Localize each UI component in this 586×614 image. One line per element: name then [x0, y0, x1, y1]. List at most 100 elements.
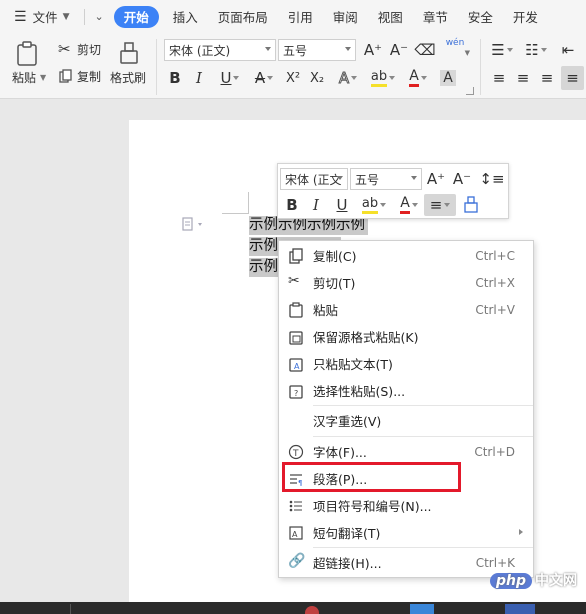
chevron-down-icon: ▼ — [40, 73, 47, 82]
mini-align-button[interactable]: ≡ — [424, 194, 456, 216]
svg-text:T: T — [292, 449, 299, 459]
menu-item-reconvert[interactable]: 汉字重选(V) — [279, 407, 533, 434]
align-right-button[interactable]: ≡ — [536, 67, 558, 89]
font-size-combo[interactable]: 五号 — [278, 39, 356, 61]
font-color-button[interactable]: A — [404, 67, 432, 89]
bold-button[interactable]: B — [166, 67, 184, 89]
underline-button[interactable]: U — [216, 67, 244, 89]
mini-font-color-button[interactable]: A — [394, 194, 424, 216]
justify-button[interactable]: ≡ — [561, 66, 584, 90]
tab-view[interactable]: 视图 — [368, 6, 413, 28]
menu-item-shortcut: Ctrl+V — [475, 302, 515, 317]
align-center-button[interactable]: ≡ — [512, 67, 534, 89]
tab-page-layout[interactable]: 页面布局 — [208, 6, 278, 28]
shrink-font-button[interactable]: A⁻ — [388, 39, 410, 61]
menu-item-font[interactable]: T 字体(F)... Ctrl+D — [279, 438, 533, 465]
align-justify-icon: ≡ — [429, 195, 443, 214]
italic-icon: I — [313, 196, 319, 214]
bold-icon: B — [286, 196, 298, 214]
watermark: php 中文网 — [490, 570, 577, 590]
font-name-combo[interactable]: 宋体 (正文) — [164, 39, 276, 61]
paintbrush-icon — [464, 196, 478, 213]
phonetic-guide-button[interactable]: wén ▼ — [440, 37, 470, 63]
hamburger-icon: ☰ — [14, 8, 27, 25]
taskbar-icon[interactable] — [70, 604, 71, 614]
menu-bar: ☰ 文件 ▼ ⌄ 开始 插入 页面布局 引用 审阅 视图 章节 安全 开发 — [0, 0, 586, 33]
mini-font-name-combo[interactable]: 宋体 (正文 — [280, 168, 348, 190]
menu-item-bullets-numbering[interactable]: 项目符号和编号(N)... — [279, 492, 533, 519]
grow-font-button[interactable]: A⁺ — [362, 39, 384, 61]
mini-font-size-combo[interactable]: 五号 — [350, 168, 422, 190]
tab-security[interactable]: 安全 — [458, 6, 503, 28]
bullets-button[interactable]: ☰ — [488, 39, 516, 61]
tab-references[interactable]: 引用 — [278, 6, 323, 28]
grow-font-icon: A⁺ — [426, 169, 446, 188]
align-left-button[interactable]: ≡ — [488, 67, 510, 89]
svg-text:A: A — [294, 362, 300, 371]
char-shading-button[interactable]: A — [438, 67, 458, 89]
copy-icon — [59, 69, 72, 83]
highlight-button[interactable]: ab — [368, 67, 398, 89]
mini-grow-font-button[interactable]: A⁺ — [426, 168, 446, 190]
mini-toolbar: 宋体 (正文 五号 A⁺ A⁻ ↕≡ B I U ab A ≡ — [277, 163, 509, 219]
tab-review[interactable]: 审阅 — [323, 6, 368, 28]
font-dialog-launcher[interactable] — [466, 87, 474, 95]
numbering-button[interactable]: ☷ — [522, 39, 550, 61]
menu-item-cut[interactable]: ✂ 剪切(T) Ctrl+X — [279, 269, 533, 296]
line-spacing-icon: ↕≡ — [479, 169, 505, 188]
mini-format-painter-button[interactable] — [460, 194, 482, 216]
italic-button[interactable]: I — [190, 67, 208, 89]
mini-highlight-button[interactable]: ab — [358, 194, 390, 216]
cut-label: 剪切 — [77, 42, 102, 57]
strikethrough-button[interactable]: A — [250, 67, 278, 89]
tab-developer[interactable]: 开发 — [503, 6, 548, 28]
text-effect-button[interactable]: A — [334, 67, 362, 89]
mini-italic-button[interactable]: I — [306, 194, 326, 216]
menu-item-paste-special[interactable]: ? 选择性粘贴(S)... — [279, 377, 533, 404]
underline-icon: U — [336, 196, 348, 214]
menu-item-paste-text-only[interactable]: A 只粘贴文本(T) — [279, 350, 533, 377]
chevron-down-icon — [345, 47, 351, 51]
document-text-line[interactable]: 示例 — [249, 258, 279, 277]
outdent-button[interactable]: ⇤ — [556, 39, 580, 61]
highlighter-icon: ab — [370, 69, 388, 87]
scissors-icon: ✂ — [288, 273, 300, 289]
mini-bold-button[interactable]: B — [282, 194, 302, 216]
mini-font-size-value: 五号 — [355, 172, 380, 187]
taskbar-icon[interactable] — [505, 604, 535, 614]
taskbar-icon[interactable] — [410, 604, 434, 614]
paragraph-handle-icon[interactable] — [182, 217, 202, 231]
tab-chapter[interactable]: 章节 — [413, 6, 458, 28]
menu-item-paste[interactable]: 粘贴 Ctrl+V — [279, 296, 533, 323]
taskbar — [0, 602, 586, 614]
subscript-button[interactable]: X₂ — [306, 67, 328, 89]
taskbar-icon[interactable] — [305, 606, 319, 614]
shrink-font-icon: A⁻ — [389, 40, 409, 59]
mini-font-name-value: 宋体 (正文 — [285, 172, 342, 187]
menu-item-copy[interactable]: 复制(C) Ctrl+C — [279, 242, 533, 269]
chevron-down-icon — [337, 176, 343, 180]
mini-shrink-font-button[interactable]: A⁻ — [452, 168, 472, 190]
menu-item-paste-keep-format[interactable]: 保留源格式粘贴(K) — [279, 323, 533, 350]
chevron-down-icon — [233, 76, 240, 80]
chevron-down-icon — [411, 203, 418, 207]
font-icon: T — [288, 444, 304, 460]
ribbon-separator — [156, 39, 157, 95]
clear-format-button[interactable]: ⌫ — [414, 39, 436, 61]
chevron-down-icon — [420, 76, 427, 80]
menu-item-translate[interactable]: A 短句翻译(T) — [279, 519, 533, 546]
paste-button[interactable] — [12, 39, 42, 95]
copy-button[interactable]: 复制 — [56, 66, 102, 86]
mini-line-spacing-button[interactable]: ↕≡ — [478, 168, 506, 190]
chevron-down-icon — [540, 48, 547, 52]
file-menu[interactable]: ☰ 文件 ▼ — [0, 6, 80, 28]
align-center-icon: ≡ — [516, 68, 530, 87]
mini-underline-button[interactable]: U — [332, 194, 352, 216]
tab-insert[interactable]: 插入 — [163, 6, 208, 28]
format-painter-button[interactable] — [108, 39, 150, 95]
quick-access-dropdown[interactable]: ⌄ — [89, 6, 110, 28]
cut-button[interactable]: ✂ 剪切 — [56, 39, 102, 59]
menu-separator — [313, 547, 533, 548]
superscript-button[interactable]: X² — [282, 67, 304, 89]
tab-home[interactable]: 开始 — [113, 5, 159, 28]
